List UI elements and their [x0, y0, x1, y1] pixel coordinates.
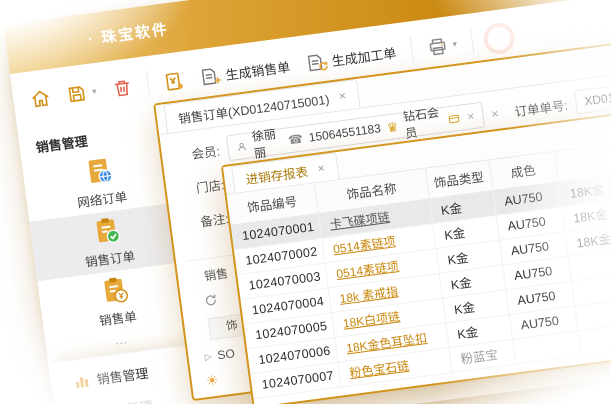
receipt-yen-icon — [162, 69, 186, 93]
print-dropdown-caret[interactable]: ▾ — [452, 38, 458, 49]
clear-member-icon[interactable]: × — [490, 105, 499, 121]
generate-processing-order-button[interactable]: 生成加工单 — [303, 41, 397, 74]
vip-crown-icon: ♛ — [386, 119, 399, 133]
web-order-icon — [82, 155, 116, 189]
member-name: 徐丽丽 — [251, 124, 285, 162]
rotated-stage: · 珠宝软件 ▾ — [0, 0, 611, 404]
item-name-link[interactable]: 18K白项链 — [342, 309, 401, 330]
item-name-link[interactable]: 卡飞碟项链 — [329, 210, 390, 232]
generate-processing-order-label: 生成加工单 — [330, 42, 397, 69]
generate-sales-order-label: 生成销售单 — [224, 56, 291, 83]
sidebar-item-label: 网络订单 — [76, 186, 128, 211]
close-button[interactable]: × — [486, 25, 512, 51]
save-button[interactable]: ▾ — [65, 81, 98, 106]
home-icon — [28, 86, 53, 111]
tab-close-icon[interactable]: × — [338, 89, 347, 104]
tab-label: 进销存报表 — [244, 161, 308, 188]
doc-plus-icon — [197, 64, 222, 88]
remove-member-icon[interactable]: × — [466, 109, 475, 124]
sidebar-item-label: 销售订单 — [84, 245, 136, 270]
sidebar-item-label: 销售单 — [98, 306, 138, 330]
sales-order-icon — [90, 214, 124, 248]
order-no-input[interactable]: XD01240715001 — [574, 76, 611, 114]
bottom-nav-label: 库存管理 — [100, 395, 154, 404]
member-phone: 15064551183 — [308, 121, 382, 144]
item-name-link[interactable]: 18k 素戒指 — [339, 284, 399, 306]
home-button[interactable] — [28, 86, 53, 111]
item-name-link[interactable]: 0514素链项 — [336, 259, 400, 281]
print-button[interactable]: ▾ — [425, 33, 458, 58]
toolbar-separator — [145, 71, 149, 97]
member-icon — [236, 139, 248, 153]
screenshot-root: · 珠宝软件 ▾ — [0, 0, 611, 404]
bottom-nav-label: 销售管理 — [95, 363, 149, 389]
modules-icon — [74, 373, 90, 389]
item-name-link[interactable]: 0514素链项 — [332, 234, 396, 256]
order-no-label: 订单单号: — [513, 94, 569, 120]
doc-process-icon — [303, 50, 328, 74]
member-label: 会员: — [171, 140, 221, 165]
toolbar-separator — [470, 29, 474, 55]
remark-label: 备注: — [180, 207, 230, 232]
app-title: · 珠宝软件 — [87, 18, 170, 49]
toolbar-separator — [409, 37, 413, 63]
save-dropdown-caret[interactable]: ▾ — [91, 85, 97, 96]
trash-icon — [110, 76, 134, 100]
member-card-icon — [448, 112, 460, 124]
generate-sales-order-button[interactable]: 生成销售单 — [197, 55, 291, 88]
expand-row-icon[interactable]: ▷ — [204, 351, 212, 363]
sales-slip-icon — [97, 274, 131, 308]
item-name-link[interactable]: 粉色宝石链 — [349, 359, 410, 381]
grid-row-text: SO — [217, 346, 236, 362]
delete-button[interactable] — [110, 76, 134, 100]
phone-icon: ☎ — [287, 132, 303, 146]
tab-close-icon[interactable]: × — [317, 161, 326, 176]
printer-icon — [425, 34, 449, 58]
save-icon — [65, 82, 89, 106]
close-icon: × — [495, 31, 504, 45]
collect-payment-button[interactable] — [162, 69, 186, 93]
store-label: 门店: — [175, 174, 225, 199]
